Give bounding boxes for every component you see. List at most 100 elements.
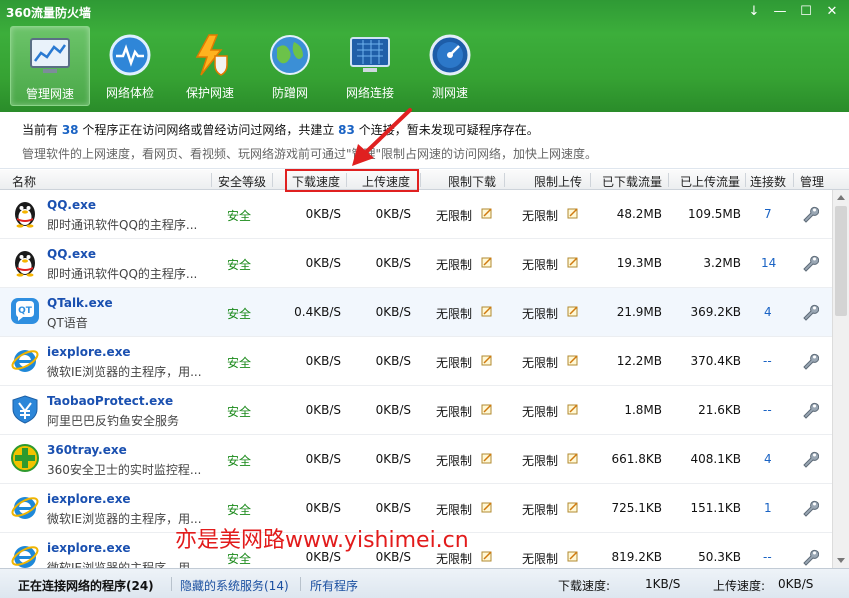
uploaded-amount: 3.2MB bbox=[703, 256, 741, 270]
close-button[interactable]: ✕ bbox=[819, 2, 845, 22]
limit-download: 无限制 bbox=[436, 307, 473, 321]
info-panel: 当前有 38 个程序正在访问网络或曾经访问过网络，共建立 83 个连接，暂未发现… bbox=[0, 112, 849, 169]
taobao-protect-icon bbox=[12, 395, 38, 424]
title-toolbar-area: 360流量防火墙 ↓ — ☐ ✕ 管理网速 网络体检 保护网速 防蹭网 网络连接… bbox=[0, 0, 849, 112]
tab-hidden-services[interactable]: 隐藏的系统服务(14) bbox=[180, 577, 289, 594]
wrench-icon[interactable] bbox=[801, 205, 819, 223]
edit-icon[interactable] bbox=[481, 305, 493, 317]
edit-icon[interactable] bbox=[567, 354, 579, 366]
table-row[interactable]: iexplore.exe 微软IE浏览器的主程序，用... 安全 0KB/S 0… bbox=[0, 337, 832, 386]
connection-count[interactable]: 4 bbox=[764, 305, 772, 319]
minimize-button[interactable]: — bbox=[767, 2, 793, 22]
download-speed-value: 1KB/S bbox=[645, 577, 681, 591]
tool-manage-speed[interactable]: 管理网速 bbox=[10, 26, 90, 106]
uploaded-amount: 408.1KB bbox=[690, 452, 741, 466]
uploaded-amount: 369.2KB bbox=[690, 305, 741, 319]
connection-count[interactable]: 14 bbox=[761, 256, 776, 270]
tool-network-connection[interactable]: 网络连接 bbox=[330, 26, 410, 106]
upload-speed: 0KB/S bbox=[375, 354, 411, 368]
connection-count[interactable]: 1 bbox=[764, 501, 772, 515]
edit-icon[interactable] bbox=[567, 501, 579, 513]
table-row[interactable]: TaobaoProtect.exe 阿里巴巴反钓鱼安全服务 安全 0KB/S 0… bbox=[0, 386, 832, 435]
downloaded-amount: 19.3MB bbox=[616, 256, 662, 270]
scroll-down-icon[interactable] bbox=[837, 558, 845, 563]
connection-count: -- bbox=[763, 550, 772, 564]
menu-dropdown-icon[interactable]: ↓ bbox=[741, 2, 767, 22]
wrench-icon[interactable] bbox=[801, 352, 819, 370]
scroll-up-icon[interactable] bbox=[837, 195, 845, 200]
program-description: QT语音 bbox=[47, 316, 88, 330]
download-speed: 0KB/S bbox=[305, 452, 341, 466]
col-uploaded[interactable]: 已上传流量 bbox=[680, 173, 740, 190]
connection-count[interactable]: 7 bbox=[764, 207, 772, 221]
edit-icon[interactable] bbox=[567, 403, 579, 415]
ie-icon bbox=[11, 350, 39, 372]
wrench-icon[interactable] bbox=[801, 499, 819, 517]
tool-protect-speed[interactable]: 保护网速 bbox=[170, 26, 250, 106]
download-speed: 0.4KB/S bbox=[294, 305, 341, 319]
table-row[interactable]: QQ.exe 即时通讯软件QQ的主程序... 安全 0KB/S 0KB/S 无限… bbox=[0, 239, 832, 288]
upload-speed: 0KB/S bbox=[375, 501, 411, 515]
col-name[interactable]: 名称 bbox=[12, 173, 36, 190]
edit-icon[interactable] bbox=[567, 452, 579, 464]
wrench-icon[interactable] bbox=[801, 401, 819, 419]
tool-label: 网络连接 bbox=[345, 86, 394, 100]
wrench-icon[interactable] bbox=[801, 303, 819, 321]
connection-count[interactable]: 4 bbox=[764, 452, 772, 466]
scroll-thumb[interactable] bbox=[835, 206, 847, 316]
speedometer-icon bbox=[429, 34, 471, 76]
edit-icon[interactable] bbox=[567, 256, 579, 268]
tool-network-check[interactable]: 网络体检 bbox=[90, 26, 170, 106]
window-controls: ↓ — ☐ ✕ bbox=[741, 2, 845, 22]
status-bar: 正在连接网络的程序(24) 隐藏的系统服务(14) 所有程序 下载速度: 1KB… bbox=[0, 568, 849, 598]
col-safety[interactable]: 安全等级 bbox=[218, 173, 266, 190]
table-row[interactable]: QT QTalk.exe QT语音 安全 0.4KB/S 0KB/S 无限制 无… bbox=[0, 288, 832, 337]
uploaded-amount: 370.4KB bbox=[690, 354, 741, 368]
edit-icon[interactable] bbox=[481, 550, 493, 562]
edit-icon[interactable] bbox=[481, 403, 493, 415]
col-limit-upload[interactable]: 限制上传 bbox=[534, 173, 582, 190]
wrench-icon[interactable] bbox=[801, 548, 819, 566]
col-limit-download[interactable]: 限制下载 bbox=[448, 173, 496, 190]
edit-icon[interactable] bbox=[567, 550, 579, 562]
uploaded-amount: 50.3KB bbox=[698, 550, 741, 564]
table-row[interactable]: QQ.exe 即时通讯软件QQ的主程序... 安全 0KB/S 0KB/S 无限… bbox=[0, 190, 832, 239]
wrench-icon[interactable] bbox=[801, 254, 819, 272]
upload-speed: 0KB/S bbox=[375, 452, 411, 466]
program-description: 即时通讯软件QQ的主程序... bbox=[47, 267, 198, 281]
table-row[interactable]: 360tray.exe 360安全卫士的实时监控程... 安全 0KB/S 0K… bbox=[0, 435, 832, 484]
qtalk-icon: QT bbox=[11, 298, 39, 324]
limit-upload: 无限制 bbox=[522, 552, 559, 566]
edit-icon[interactable] bbox=[567, 207, 579, 219]
downloaded-amount: 21.9MB bbox=[616, 305, 662, 319]
edit-icon[interactable] bbox=[481, 207, 493, 219]
uploaded-amount: 109.5MB bbox=[688, 207, 741, 221]
upload-speed: 0KB/S bbox=[375, 305, 411, 319]
download-speed: 0KB/S bbox=[305, 354, 341, 368]
col-manage[interactable]: 管理 bbox=[800, 173, 824, 190]
edit-icon[interactable] bbox=[567, 305, 579, 317]
program-count: 38 bbox=[61, 123, 79, 137]
edit-icon[interactable] bbox=[481, 256, 493, 268]
vertical-scrollbar[interactable] bbox=[832, 190, 849, 568]
tool-anti-leech[interactable]: 防蹭网 bbox=[250, 26, 330, 106]
col-connections[interactable]: 连接数 bbox=[750, 173, 786, 190]
program-name: iexplore.exe bbox=[47, 541, 131, 555]
pulse-check-icon bbox=[109, 34, 151, 76]
edit-icon[interactable] bbox=[481, 354, 493, 366]
watermark-text: 亦是美网路www.yishimei.cn bbox=[175, 528, 469, 553]
tab-connected-programs[interactable]: 正在连接网络的程序(24) bbox=[18, 577, 154, 594]
upload-speed: 0KB/S bbox=[375, 256, 411, 270]
tool-label: 网络体检 bbox=[105, 86, 154, 100]
limit-download: 无限制 bbox=[436, 405, 473, 419]
col-downloaded[interactable]: 已下载流量 bbox=[602, 173, 662, 190]
program-list: QQ.exe 即时通讯软件QQ的主程序... 安全 0KB/S 0KB/S 无限… bbox=[0, 190, 832, 568]
maximize-button[interactable]: ☐ bbox=[793, 2, 819, 22]
edit-icon[interactable] bbox=[481, 452, 493, 464]
edit-icon[interactable] bbox=[481, 501, 493, 513]
tool-speed-test[interactable]: 测网速 bbox=[410, 26, 490, 106]
limit-upload: 无限制 bbox=[522, 454, 559, 468]
tab-all-programs[interactable]: 所有程序 bbox=[310, 577, 358, 594]
wrench-icon[interactable] bbox=[801, 450, 819, 468]
upload-speed-label: 上传速度: bbox=[713, 579, 766, 593]
